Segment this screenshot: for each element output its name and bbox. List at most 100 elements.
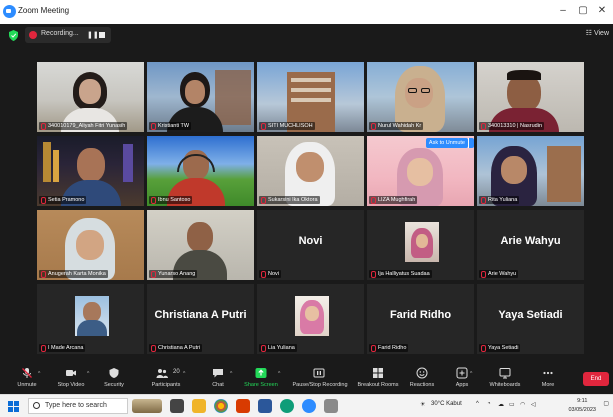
chat-button[interactable]: Chat xyxy=(207,367,229,388)
more-label: More xyxy=(541,382,555,388)
participants-options-caret-icon[interactable]: ^ xyxy=(183,371,185,377)
share-screen-icon xyxy=(255,368,267,378)
zoom-taskbar-icon[interactable] xyxy=(302,399,316,413)
participant-tile[interactable]: Yunarso Anang xyxy=(147,210,254,280)
reactions-button[interactable]: Reactions xyxy=(407,367,437,388)
windows-start-icon[interactable] xyxy=(8,401,19,412)
participant-display-name: Novi xyxy=(298,235,323,247)
share-screen-button[interactable]: Share Screen xyxy=(243,367,279,388)
pause-stop-recording-label: Pause/Stop Recording xyxy=(292,382,348,388)
wifi-icon[interactable]: ◠ xyxy=(520,401,525,408)
taskbar-search-box[interactable]: Type here to search xyxy=(28,398,128,414)
participant-tile[interactable]: Rita Yuliana xyxy=(477,136,584,206)
task-view-icon[interactable] xyxy=(170,399,184,413)
unmute-more-button[interactable] xyxy=(468,138,474,148)
record-icon xyxy=(29,31,37,39)
participants-button[interactable]: 20 Participants xyxy=(148,367,184,388)
whiteboards-label: Whiteboards xyxy=(489,382,521,388)
ask-to-unmute-button[interactable]: Ask to Unmute xyxy=(425,138,468,148)
smiley-icon xyxy=(416,367,428,379)
maximize-button[interactable]: ▢ xyxy=(575,3,591,19)
whiteboards-button[interactable]: Whiteboards xyxy=(487,367,523,388)
participant-name: Anugerah Karta Monika xyxy=(39,270,108,278)
more-button[interactable]: More xyxy=(537,367,559,388)
participant-tile[interactable]: Sukarsini Ika Oktora xyxy=(257,136,364,206)
breakout-rooms-button[interactable]: Breakout Rooms xyxy=(355,367,401,388)
window-title: Zoom Meeting xyxy=(18,6,70,15)
edge-icon[interactable] xyxy=(280,399,294,413)
participant-tile[interactable]: SITI MUCHLISOH xyxy=(257,62,364,132)
participant-tile[interactable]: I Made Arcana xyxy=(37,284,144,354)
participant-tile[interactable]: Ija Halliyatus Suadaa xyxy=(367,210,474,280)
shield-icon[interactable] xyxy=(9,30,18,41)
share-screen-label: Share Screen xyxy=(244,382,278,388)
participant-name: 340013310 | Nasrudin xyxy=(479,122,545,130)
whiteboard-icon xyxy=(499,368,511,379)
participants-label: Participants xyxy=(151,382,181,388)
share-options-caret-icon[interactable]: ^ xyxy=(278,371,280,377)
participant-tile[interactable]: 340013310 | Nasrudin xyxy=(477,62,584,132)
more-dots-icon xyxy=(543,371,553,375)
weather-icon: ☀ xyxy=(420,402,426,408)
participant-name: Yaya Setiadi xyxy=(479,344,521,352)
participant-name: Sukarsini Ika Oktora xyxy=(259,196,320,204)
participant-name: 340010179_Aliyah Fitri Yunasih xyxy=(39,122,128,130)
participant-tile[interactable]: Kristianti TW xyxy=(147,62,254,132)
pause-recording-icon[interactable]: ❚❚ xyxy=(87,31,99,39)
participant-tile[interactable]: Anugerah Karta Monika xyxy=(37,210,144,280)
minimize-button[interactable]: – xyxy=(555,3,571,19)
participant-name: Christiana A Putri xyxy=(149,344,203,352)
participant-tile[interactable]: Arie Wahyu Arie Wahyu xyxy=(477,210,584,280)
zoom-logo-icon xyxy=(3,5,16,18)
security-button[interactable]: Security xyxy=(101,367,127,388)
breakout-rooms-label: Breakout Rooms xyxy=(357,382,399,388)
onedrive-icon[interactable]: ☁ xyxy=(498,401,504,408)
video-options-caret-icon[interactable]: ^ xyxy=(87,371,89,377)
word-icon[interactable] xyxy=(258,399,272,413)
participant-tile-active-speaker[interactable]: Setia Pramono xyxy=(37,136,144,206)
shield-icon xyxy=(109,368,119,378)
app-taskbar-icon[interactable] xyxy=(324,399,338,413)
windows-taskbar: Type here to search ☀ 30°C Kabut ^ ◔ ☁ ▭… xyxy=(0,394,613,417)
tray-chevron-icon[interactable]: ^ xyxy=(476,401,479,407)
stop-video-button[interactable]: Stop Video xyxy=(56,367,86,388)
participant-tile[interactable]: Nurul Wahidah Kr xyxy=(367,62,474,132)
reactions-label: Reactions xyxy=(409,382,435,388)
apps-label: Apps xyxy=(455,382,469,388)
participant-tile[interactable]: Lia Yuliana xyxy=(257,284,364,354)
participant-name: Rita Yuliana xyxy=(479,196,520,204)
participant-tile[interactable]: Ibnu Santoso xyxy=(147,136,254,206)
chrome-icon[interactable] xyxy=(214,399,228,413)
participant-tile[interactable]: Ask to Unmute LIZA Mughfirah xyxy=(367,136,474,206)
powerpoint-icon[interactable] xyxy=(236,399,250,413)
participant-tile[interactable]: 340010179_Aliyah Fitri Yunasih xyxy=(37,62,144,132)
file-explorer-icon[interactable] xyxy=(192,399,206,413)
battery-icon[interactable]: ▭ xyxy=(509,401,515,408)
participant-display-name: Farid Ridho xyxy=(389,309,452,321)
participant-tile[interactable]: Farid Ridho Farid Ridho xyxy=(367,284,474,354)
participant-name: Nurul Wahidah Kr xyxy=(369,122,424,130)
stop-recording-icon[interactable] xyxy=(99,32,105,38)
participant-tile[interactable]: Christiana A Putri Christiana A Putri xyxy=(147,284,254,354)
participant-tile[interactable]: Yaya Setiadi Yaya Setiadi xyxy=(477,284,584,354)
unmute-button[interactable]: Unmute xyxy=(14,367,40,388)
apps-options-caret-icon[interactable]: ^ xyxy=(470,371,472,377)
participant-tile[interactable]: Novi Novi xyxy=(257,210,364,280)
apps-button[interactable]: Apps xyxy=(452,367,472,388)
network-icon[interactable]: ◔ xyxy=(487,401,491,407)
end-meeting-button[interactable]: End xyxy=(583,372,609,386)
audio-options-caret-icon[interactable]: ^ xyxy=(38,371,40,377)
volume-icon[interactable]: ◁ xyxy=(531,401,536,408)
participant-name: I Made Arcana xyxy=(39,344,86,352)
close-button[interactable]: ✕ xyxy=(594,3,610,19)
participant-name: Lia Yuliana xyxy=(259,344,297,352)
chat-options-caret-icon[interactable]: ^ xyxy=(230,371,232,377)
pause-stop-recording-button[interactable]: Pause/Stop Recording xyxy=(288,367,352,388)
participant-name: LIZA Mughfirah xyxy=(369,196,418,204)
view-button[interactable]: ☷ View xyxy=(586,29,609,37)
search-highlight-image-icon[interactable] xyxy=(132,399,162,413)
notifications-icon[interactable]: ▢ xyxy=(603,400,609,407)
weather-text[interactable]: 30°C Kabut xyxy=(431,401,462,407)
apps-icon xyxy=(456,367,468,379)
taskbar-clock[interactable]: 9:11 03/05/2023 xyxy=(568,397,596,415)
